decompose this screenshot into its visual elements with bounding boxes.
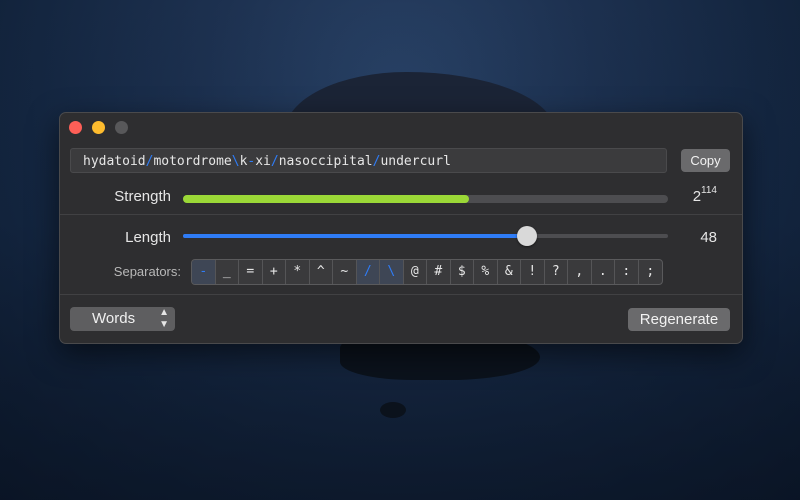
zoom-window-button[interactable] (115, 121, 128, 134)
separator-option[interactable]: : (615, 260, 639, 284)
separator-option[interactable]: $ (451, 260, 474, 284)
separator-option[interactable]: _ (216, 260, 239, 284)
password-word: motordrome (153, 154, 232, 169)
strength-value: 2114 (660, 185, 717, 205)
length-slider-fill (183, 234, 528, 238)
generated-password-field[interactable]: hydatoid/motordrome\k-xi/nasoccipital/un… (70, 148, 667, 173)
separators-segmented-control: - _ = + * ^ ~ / \ @ # $% &!?,.:; (191, 259, 663, 285)
strength-base: 2 (692, 188, 702, 205)
regenerate-button[interactable]: Regenerate (628, 308, 730, 331)
separator-option[interactable]: ~ (333, 260, 357, 284)
separator-option[interactable]: * (286, 260, 310, 284)
separator-option[interactable]: = (239, 260, 263, 284)
window-controls (69, 121, 128, 134)
password-word: xi (255, 154, 271, 169)
password-word: undercurl (380, 154, 451, 169)
password-word: nasoccipital (278, 154, 373, 169)
strength-label: Strength (114, 188, 171, 205)
length-value: 48 (700, 229, 717, 246)
strength-meter (183, 195, 668, 203)
mode-select-value: Words (92, 310, 136, 327)
length-slider-knob[interactable] (517, 226, 538, 246)
strength-exponent: 114 (701, 185, 717, 196)
separator-option[interactable]: - (192, 260, 216, 284)
separator-option[interactable]: \ (380, 260, 404, 284)
divider (60, 214, 742, 215)
password-generator-window: hydatoid/motordrome\k-xi/nasoccipital/un… (59, 112, 743, 344)
password-separator: \ (231, 154, 240, 169)
separators-label: Separators: (113, 264, 181, 279)
strength-meter-fill (183, 195, 470, 203)
divider (60, 294, 742, 295)
separator-option[interactable]: @ (404, 260, 427, 284)
password-word: hydatoid (83, 154, 146, 169)
minimize-window-button[interactable] (92, 121, 105, 134)
copy-button[interactable]: Copy (681, 149, 730, 172)
wallpaper-rock (380, 402, 406, 418)
separator-option[interactable]: + (263, 260, 286, 284)
mode-select[interactable]: Words ▲ ▼ (70, 307, 175, 331)
length-slider-track[interactable] (183, 234, 668, 238)
separator-option[interactable]: , (568, 260, 592, 284)
separator-option[interactable]: ? (545, 260, 568, 284)
close-window-button[interactable] (69, 121, 82, 134)
separator-option[interactable]: ^ (310, 260, 333, 284)
password-separator: / (270, 154, 279, 169)
separator-option[interactable]: ; (639, 260, 663, 284)
separator-option[interactable]: ! (521, 260, 545, 284)
separator-option[interactable]: & (498, 260, 521, 284)
chevron-up-down-icon: ▲ ▼ (159, 307, 169, 330)
separator-option[interactable]: . (592, 260, 615, 284)
separator-option[interactable]: % (474, 260, 498, 284)
separator-option[interactable]: # (427, 260, 451, 284)
length-label: Length (125, 229, 171, 246)
separator-option[interactable]: / (356, 260, 380, 284)
